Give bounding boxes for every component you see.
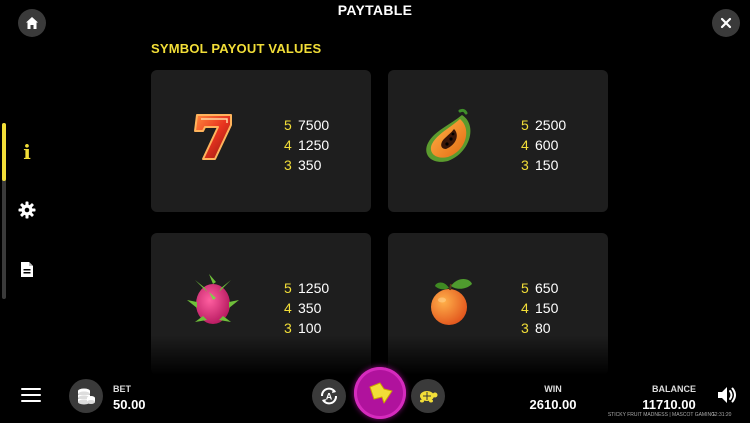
payout-value: 2500 — [535, 117, 567, 133]
sidebar-item-info[interactable]: i — [15, 140, 39, 164]
autoplay-button[interactable]: A — [312, 379, 346, 413]
document-icon — [21, 261, 33, 277]
home-button[interactable] — [18, 9, 46, 37]
turbo-button[interactable] — [411, 379, 445, 413]
autoplay-icon: A — [321, 387, 337, 405]
payout-value: 1250 — [298, 137, 330, 153]
win-value: 2610.00 — [529, 397, 577, 412]
page-title: PAYTABLE — [337, 2, 413, 18]
payout-row: 5 650 — [521, 278, 558, 298]
papaya-icon — [426, 108, 471, 162]
spin-button[interactable] — [354, 367, 406, 419]
symbol-card-papaya: 5 2500 4 600 3 150 — [388, 70, 608, 212]
payout-count: 5 — [521, 280, 529, 296]
balance-value: 11710.00 — [642, 397, 696, 412]
game-brand: STICKY FRUIT MADNESS | MASCOT GAMING — [607, 412, 715, 418]
payout-value: 650 — [535, 280, 559, 296]
info-icon: i — [23, 140, 31, 164]
gear-icon — [18, 201, 36, 219]
section-heading: SYMBOL PAYOUT VALUES — [151, 41, 322, 56]
sound-button[interactable] — [716, 385, 738, 405]
payout-value: 350 — [298, 300, 322, 316]
payout-list: 5 650 4 150 3 80 — [521, 278, 558, 338]
sidebar-active-indicator — [2, 123, 6, 181]
home-icon — [26, 17, 38, 29]
payout-row: 4 600 — [521, 135, 566, 155]
payout-count: 5 — [284, 117, 292, 133]
symbol-card-seven: 5 7500 4 1250 3 350 — [151, 70, 371, 212]
payout-row: 3 350 — [284, 155, 329, 175]
payout-count: 4 — [521, 300, 529, 316]
clock: 12:31:20 — [712, 412, 732, 418]
hamburger-icon — [21, 388, 41, 390]
payout-list: 5 1250 4 350 3 100 — [284, 278, 329, 338]
sidebar-item-rules[interactable] — [15, 257, 39, 281]
payout-value: 150 — [535, 300, 559, 316]
hamburger-icon — [21, 400, 41, 402]
payout-row: 5 2500 — [521, 115, 566, 135]
payout-count: 4 — [521, 137, 529, 153]
orange-icon — [431, 279, 472, 325]
payout-row: 5 7500 — [284, 115, 329, 135]
payout-count: 4 — [284, 300, 292, 316]
bet-value: 50.00 — [113, 397, 146, 412]
seven-icon — [194, 114, 232, 160]
payout-value: 150 — [535, 157, 559, 173]
menu-button[interactable] — [21, 388, 41, 404]
payout-row: 4 350 — [284, 298, 329, 318]
bet-label: BET — [113, 384, 131, 394]
payout-value: 350 — [298, 157, 322, 173]
balance-label: BALANCE — [652, 384, 696, 394]
close-icon — [720, 17, 732, 29]
payout-count: 3 — [284, 157, 292, 173]
payout-list: 5 7500 4 1250 3 350 — [284, 115, 329, 175]
turtle-icon — [420, 391, 438, 403]
hamburger-icon — [21, 394, 41, 396]
spin-arrow-icon — [369, 382, 393, 404]
payout-count: 5 — [521, 117, 529, 133]
svg-text:A: A — [326, 392, 333, 402]
win-label: WIN — [544, 384, 562, 394]
bet-button[interactable] — [69, 379, 103, 413]
payout-value: 7500 — [298, 117, 330, 133]
sidebar-item-settings[interactable] — [15, 198, 39, 222]
payout-count: 4 — [284, 137, 292, 153]
payout-row: 4 1250 — [284, 135, 329, 155]
payout-row: 3 150 — [521, 155, 566, 175]
payout-value: 1250 — [298, 280, 330, 296]
speaker-icon — [718, 387, 736, 403]
payout-row: 4 150 — [521, 298, 558, 318]
payout-count: 5 — [284, 280, 292, 296]
payout-count: 3 — [521, 157, 529, 173]
close-button[interactable] — [712, 9, 740, 37]
payout-row: 5 1250 — [284, 278, 329, 298]
coins-icon — [78, 388, 95, 405]
dragon-fruit-icon — [187, 274, 239, 324]
payout-list: 5 2500 4 600 3 150 — [521, 115, 566, 175]
payout-value: 600 — [535, 137, 559, 153]
